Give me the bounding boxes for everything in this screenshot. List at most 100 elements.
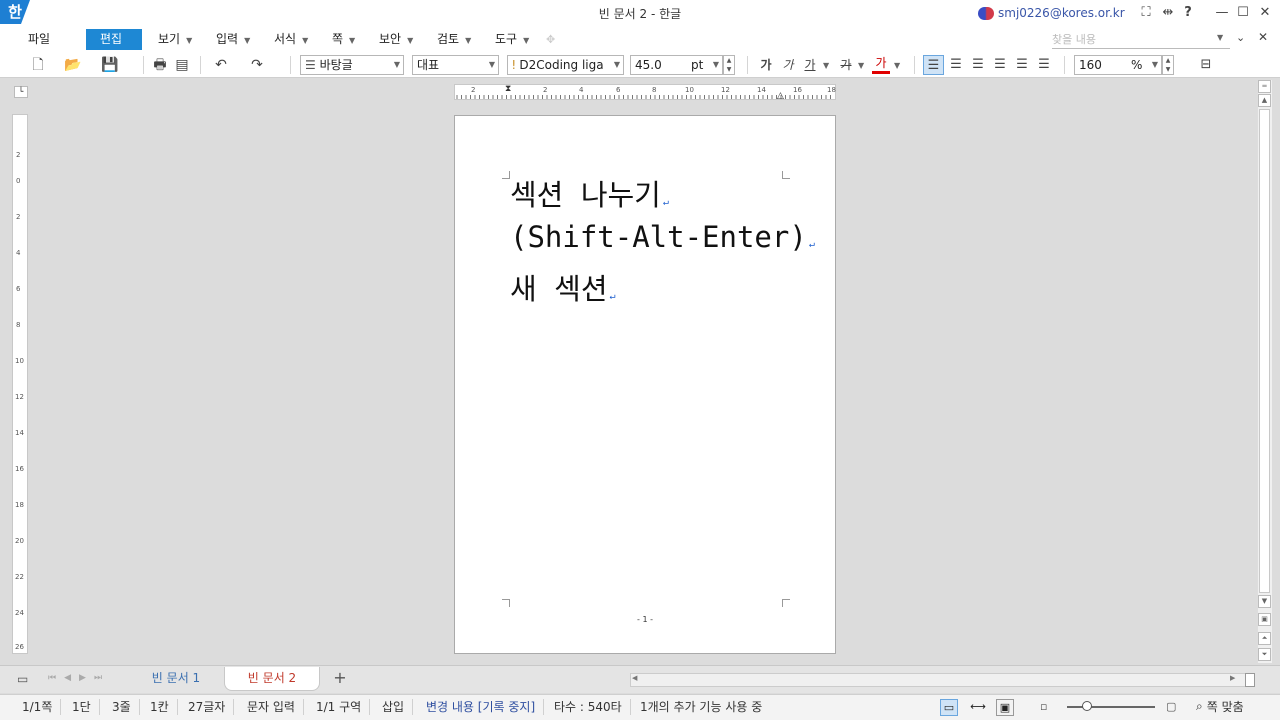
chevron-down-icon[interactable]: ▼ xyxy=(858,61,864,70)
tab-document-1[interactable]: 빈 문서 1 xyxy=(130,667,222,691)
next-page-icon[interactable]: ⏷ xyxy=(1258,648,1271,661)
document-line[interactable]: 새 섹션 ↵ xyxy=(510,266,616,308)
zoom-stepper[interactable]: ▲ ▼ xyxy=(1162,55,1174,75)
ruler-mark: 18 xyxy=(827,86,836,94)
ruler-corner-icon[interactable]: └ xyxy=(14,86,28,98)
minimize-icon[interactable]: — xyxy=(1213,4,1231,22)
chevron-down-icon[interactable]: ▼ xyxy=(823,61,829,70)
scroll-top-icon[interactable]: ═ xyxy=(1258,80,1271,93)
font-color-button[interactable]: 가 xyxy=(872,55,890,74)
menu-file[interactable]: 파일 xyxy=(20,29,58,50)
ruler-mark: 12 xyxy=(721,86,730,94)
style-select[interactable]: ☰ 바탕글 ▼ xyxy=(300,55,404,75)
indent-marker-icon[interactable]: ⧗ xyxy=(505,84,511,94)
font-size-value: 45.0 xyxy=(635,58,662,72)
zoom-slider-knob[interactable] xyxy=(1082,701,1092,711)
align-distribute-icon[interactable]: ☰ xyxy=(1012,55,1032,75)
menu-security[interactable]: 보안 ▼ xyxy=(371,29,421,50)
status-line[interactable]: 3줄 xyxy=(104,699,140,715)
close-doc-icon[interactable]: ✕ xyxy=(1258,30,1268,44)
document-line[interactable]: (Shift-Alt-Enter) ↵ xyxy=(510,220,815,254)
print-icon[interactable]: 🖶 xyxy=(150,55,170,75)
align-center-icon[interactable]: ☰ xyxy=(968,55,988,75)
resize-icon[interactable]: ⇹ xyxy=(1159,4,1177,22)
zoom-select[interactable]: 160% ▼ xyxy=(1074,55,1162,75)
horizontal-ruler[interactable]: 2 2 4 6 8 10 12 14 16 18 ⧗ △ xyxy=(454,84,836,101)
page-number: - 1 - xyxy=(637,615,653,624)
right-margin-marker-icon[interactable]: △ xyxy=(777,91,784,101)
search-input[interactable]: 찾을 내용 xyxy=(1052,31,1230,49)
collapse-icon[interactable]: ⌄ xyxy=(1236,31,1245,44)
status-input-mode[interactable]: 문자 입력 xyxy=(239,699,304,715)
menu-view[interactable]: 보기 ▼ xyxy=(150,29,200,50)
status-column[interactable]: 1단 xyxy=(64,699,100,715)
menu-label: 편집 xyxy=(100,32,123,46)
underline-button[interactable]: 가 xyxy=(801,55,819,75)
split-view-icon[interactable] xyxy=(1245,673,1255,687)
undo-icon[interactable]: ↶ xyxy=(210,55,232,75)
preview-icon[interactable]: ▤ xyxy=(172,55,192,75)
view-width-icon[interactable]: ⟷ xyxy=(969,699,987,716)
font-size-stepper[interactable]: ▲ ▼ xyxy=(723,55,735,75)
view-full-icon[interactable]: ▣ xyxy=(996,699,1014,716)
fullscreen-icon[interactable]: ⛶ xyxy=(1137,4,1155,22)
italic-button[interactable]: 가 xyxy=(779,55,797,75)
horizontal-scrollbar[interactable] xyxy=(630,673,1255,687)
new-document-icon[interactable]: 🗋 xyxy=(27,55,49,75)
save-icon[interactable]: 💾 xyxy=(99,55,121,75)
font-size-select[interactable]: 45.0 pt ▼ xyxy=(630,55,723,75)
lang-font-select[interactable]: 대표 ▼ xyxy=(412,55,499,75)
view-page-icon[interactable]: ▭ xyxy=(940,699,958,716)
status-insert[interactable]: 삽입 xyxy=(374,699,414,715)
open-folder-icon[interactable]: 📂 xyxy=(62,55,84,75)
tab-nav-icons[interactable]: ⏮◀▶⏭ xyxy=(48,673,110,683)
prev-page-icon[interactable]: ⏶ xyxy=(1258,632,1271,645)
status-addons[interactable]: 1개의 추가 기능 사용 중 xyxy=(632,699,770,715)
close-icon[interactable]: ✕ xyxy=(1256,4,1274,22)
page-view-icon[interactable]: ▣ xyxy=(1258,613,1271,626)
chevron-down-icon[interactable]: ▼ xyxy=(894,61,900,70)
status-section[interactable]: 1/1 구역 xyxy=(308,699,371,715)
menu-tools[interactable]: 도구 ▼ xyxy=(487,29,537,50)
strike-button[interactable]: 가 xyxy=(837,55,855,75)
redo-icon[interactable]: ↷ xyxy=(246,55,268,75)
scroll-up-icon[interactable]: ▲ xyxy=(1258,94,1271,107)
status-chars[interactable]: 27글자 xyxy=(180,699,235,715)
user-account[interactable]: smj0226@kores.or.kr xyxy=(978,4,1125,22)
help-icon[interactable]: ? xyxy=(1179,4,1197,22)
menu-page[interactable]: 쪽 ▼ xyxy=(324,29,363,50)
document-line[interactable]: 섹션 나누기 ↵ xyxy=(510,172,669,214)
tab-document-2[interactable]: 빈 문서 2 xyxy=(224,667,320,691)
vertical-ruler[interactable]: 2 0 2 4 6 8 10 12 14 16 18 20 22 24 26 xyxy=(12,114,28,654)
align-right-icon[interactable]: ☰ xyxy=(990,55,1010,75)
status-track-changes[interactable]: 변경 내용 [기록 중지] xyxy=(418,699,545,715)
align-justify-icon[interactable]: ☰ xyxy=(923,55,944,75)
zoom-slider[interactable] xyxy=(1067,706,1155,708)
scroll-thumb[interactable] xyxy=(1259,109,1270,593)
ruler-mark: 24 xyxy=(15,609,24,617)
align-left-icon[interactable]: ☰ xyxy=(946,55,966,75)
scroll-down-icon[interactable]: ▼ xyxy=(1258,595,1271,608)
ruler-mark: 10 xyxy=(685,86,694,94)
page-layout-icon[interactable]: ⊟ xyxy=(1196,55,1216,75)
bold-button[interactable]: 가 xyxy=(757,55,775,75)
chevron-down-icon: ▼ xyxy=(523,36,530,45)
zoom-in-icon[interactable]: ▢ xyxy=(1166,700,1176,713)
status-page[interactable]: 1/1쪽 xyxy=(14,699,62,715)
maximize-icon[interactable]: ☐ xyxy=(1234,4,1252,22)
menu-insert[interactable]: 입력 ▼ xyxy=(208,29,258,50)
chevron-down-icon: ▼ xyxy=(1151,60,1158,69)
menu-format[interactable]: 서식 ▼ xyxy=(266,29,316,50)
scroll-left-icon[interactable]: ◀ xyxy=(632,674,637,682)
menu-edit[interactable]: 편집▼ xyxy=(86,29,142,66)
status-col[interactable]: 1칸 xyxy=(142,699,178,715)
comment-icon[interactable]: ▭ xyxy=(17,672,28,686)
font-name-select[interactable]: ǃ D2Coding liga ▼ xyxy=(507,55,624,75)
scroll-right-icon[interactable]: ▶ xyxy=(1230,674,1235,682)
fit-page-button[interactable]: ⌕ 쪽 맞춤 xyxy=(1196,698,1244,715)
menu-review[interactable]: 검토 ▼ xyxy=(429,29,479,50)
search-dropdown-icon[interactable]: ▼ xyxy=(1217,33,1223,42)
add-tab-button[interactable]: + xyxy=(328,667,352,691)
zoom-out-icon[interactable]: ▫ xyxy=(1040,700,1047,713)
align-split-icon[interactable]: ☰ xyxy=(1034,55,1054,75)
